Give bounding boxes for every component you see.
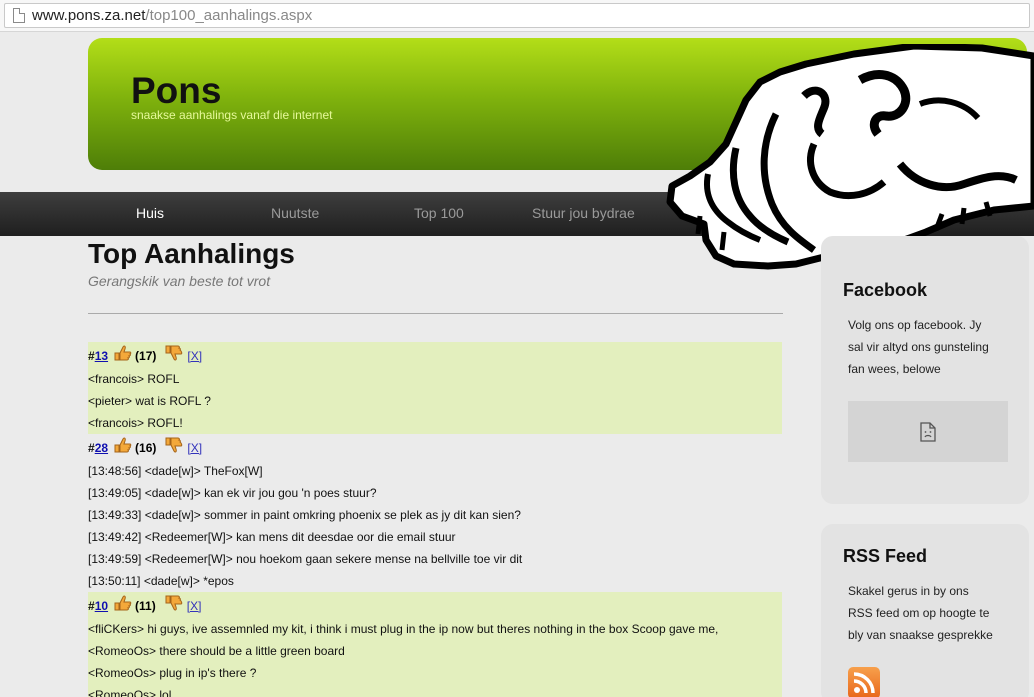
- site-tagline: snaakse aanhalings vanaf die internet: [131, 108, 333, 122]
- quote-score: (16): [135, 441, 157, 455]
- quote-hash: #: [88, 599, 95, 613]
- facebook-title: Facebook: [843, 280, 928, 300]
- delete-quote-link[interactable]: [X]: [187, 599, 202, 613]
- thumbs-up-icon[interactable]: [114, 594, 132, 612]
- thumbs-down-icon[interactable]: [165, 436, 183, 454]
- quote-line: [13:48:56] <dade[w]> TheFox[W]: [88, 464, 263, 478]
- browser-address-bar: www.pons.za.net/top100_aanhalings.aspx: [0, 0, 1034, 32]
- quote-line: <RomeoOs> there should be a little green…: [88, 644, 345, 658]
- rss-title: RSS Feed: [843, 546, 928, 566]
- quote-item: #28 (16) [X] [13:48:56] <dade[w]> TheFox…: [88, 434, 782, 592]
- quote-line: <francois> ROFL: [88, 372, 180, 386]
- quote-line: [13:49:42] <Redeemer[W]> kan mens dit de…: [88, 530, 456, 544]
- facebook-text-line: sal vir altyd ons gunsteling: [848, 340, 989, 354]
- quote-line: [13:49:59] <Redeemer[W]> nou hoekom gaan…: [88, 552, 523, 566]
- rss-icon[interactable]: [848, 667, 880, 697]
- quote-line: [13:49:05] <dade[w]> kan ek vir jou gou …: [88, 486, 377, 500]
- quote-item: #10 (11) [X] <fliCKers> hi guys, ive ass…: [88, 592, 782, 697]
- url-domain: www.pons.za.net: [32, 7, 146, 24]
- url-path: /top100_aanhalings.aspx: [145, 7, 313, 24]
- quote-line: <fliCKers> hi guys, ive assemnled my kit…: [88, 622, 719, 636]
- rss-text-line: Skakel gerus in by ons: [848, 584, 969, 598]
- facebook-widget[interactable]: [848, 401, 1008, 462]
- quote-id-link[interactable]: 13: [95, 349, 108, 363]
- nav-item-top-100[interactable]: Top 100: [414, 205, 464, 221]
- nav-item-huis[interactable]: Huis: [136, 205, 164, 221]
- rss-text: Skakel gerus in by ons RSS feed om op ho…: [848, 580, 1018, 646]
- quote-list: #13 (17) [X] <francois> ROFL <pieter> wa…: [88, 342, 782, 697]
- facebook-text: Volg ons op facebook. Jy sal vir altyd o…: [848, 314, 1018, 380]
- facebook-box: Facebook Volg ons op facebook. Jy sal vi…: [821, 236, 1029, 504]
- quote-line: <pieter> wat is ROFL ?: [88, 394, 211, 408]
- quote-line: [13:50:11] <dade[w]> *epos: [88, 574, 234, 588]
- thumbs-down-icon[interactable]: [165, 344, 183, 362]
- quote-id-link[interactable]: 28: [95, 441, 108, 455]
- quote-header: #10 (11) [X]: [88, 594, 782, 618]
- quote-id-link[interactable]: 10: [95, 599, 108, 613]
- quote-line: <RomeoOs> plug in ip's there ?: [88, 666, 257, 680]
- page-subtitle: Gerangskik van beste tot vrot: [88, 273, 271, 289]
- thumbs-down-icon[interactable]: [165, 594, 183, 612]
- page-title: Top Aanhalings: [88, 238, 295, 269]
- quote-item: #13 (17) [X] <francois> ROFL <pieter> wa…: [88, 342, 782, 434]
- quote-hash: #: [88, 349, 95, 363]
- nav-item-stuur-jou-bydrae[interactable]: Stuur jou bydrae: [532, 205, 635, 221]
- rss-text-line: bly van snaakse gesprekke: [848, 628, 993, 642]
- thumbs-up-icon[interactable]: [114, 436, 132, 454]
- site-title[interactable]: Pons: [131, 70, 221, 112]
- quote-hash: #: [88, 441, 95, 455]
- quote-line: <RomeoOs> lol: [88, 688, 172, 697]
- quote-score: (17): [135, 349, 157, 363]
- rss-box: RSS Feed Skakel gerus in by ons RSS feed…: [821, 524, 1029, 697]
- quote-score: (11): [135, 599, 156, 613]
- facebook-text-line: Volg ons op facebook. Jy: [848, 318, 982, 332]
- quote-header: #13 (17) [X]: [88, 344, 782, 368]
- nav-item-nuutste[interactable]: Nuutste: [271, 205, 319, 221]
- page-icon: [13, 8, 25, 23]
- facebook-text-line: fan wees, belowe: [848, 362, 941, 376]
- url-text[interactable]: www.pons.za.net/top100_aanhalings.aspx: [32, 7, 312, 24]
- quote-line: [13:49:33] <dade[w]> sommer in paint omk…: [88, 508, 521, 522]
- thumbs-up-icon[interactable]: [114, 344, 132, 362]
- rss-text-line: RSS feed om op hoogte te: [848, 606, 990, 620]
- quote-header: #28 (16) [X]: [88, 436, 782, 460]
- delete-quote-link[interactable]: [X]: [187, 441, 202, 455]
- delete-quote-link[interactable]: [X]: [187, 349, 202, 363]
- url-field[interactable]: www.pons.za.net/top100_aanhalings.aspx: [4, 3, 1030, 28]
- broken-plugin-icon: [920, 422, 936, 442]
- quote-line: <francois> ROFL!: [88, 416, 183, 430]
- divider: [88, 313, 783, 314]
